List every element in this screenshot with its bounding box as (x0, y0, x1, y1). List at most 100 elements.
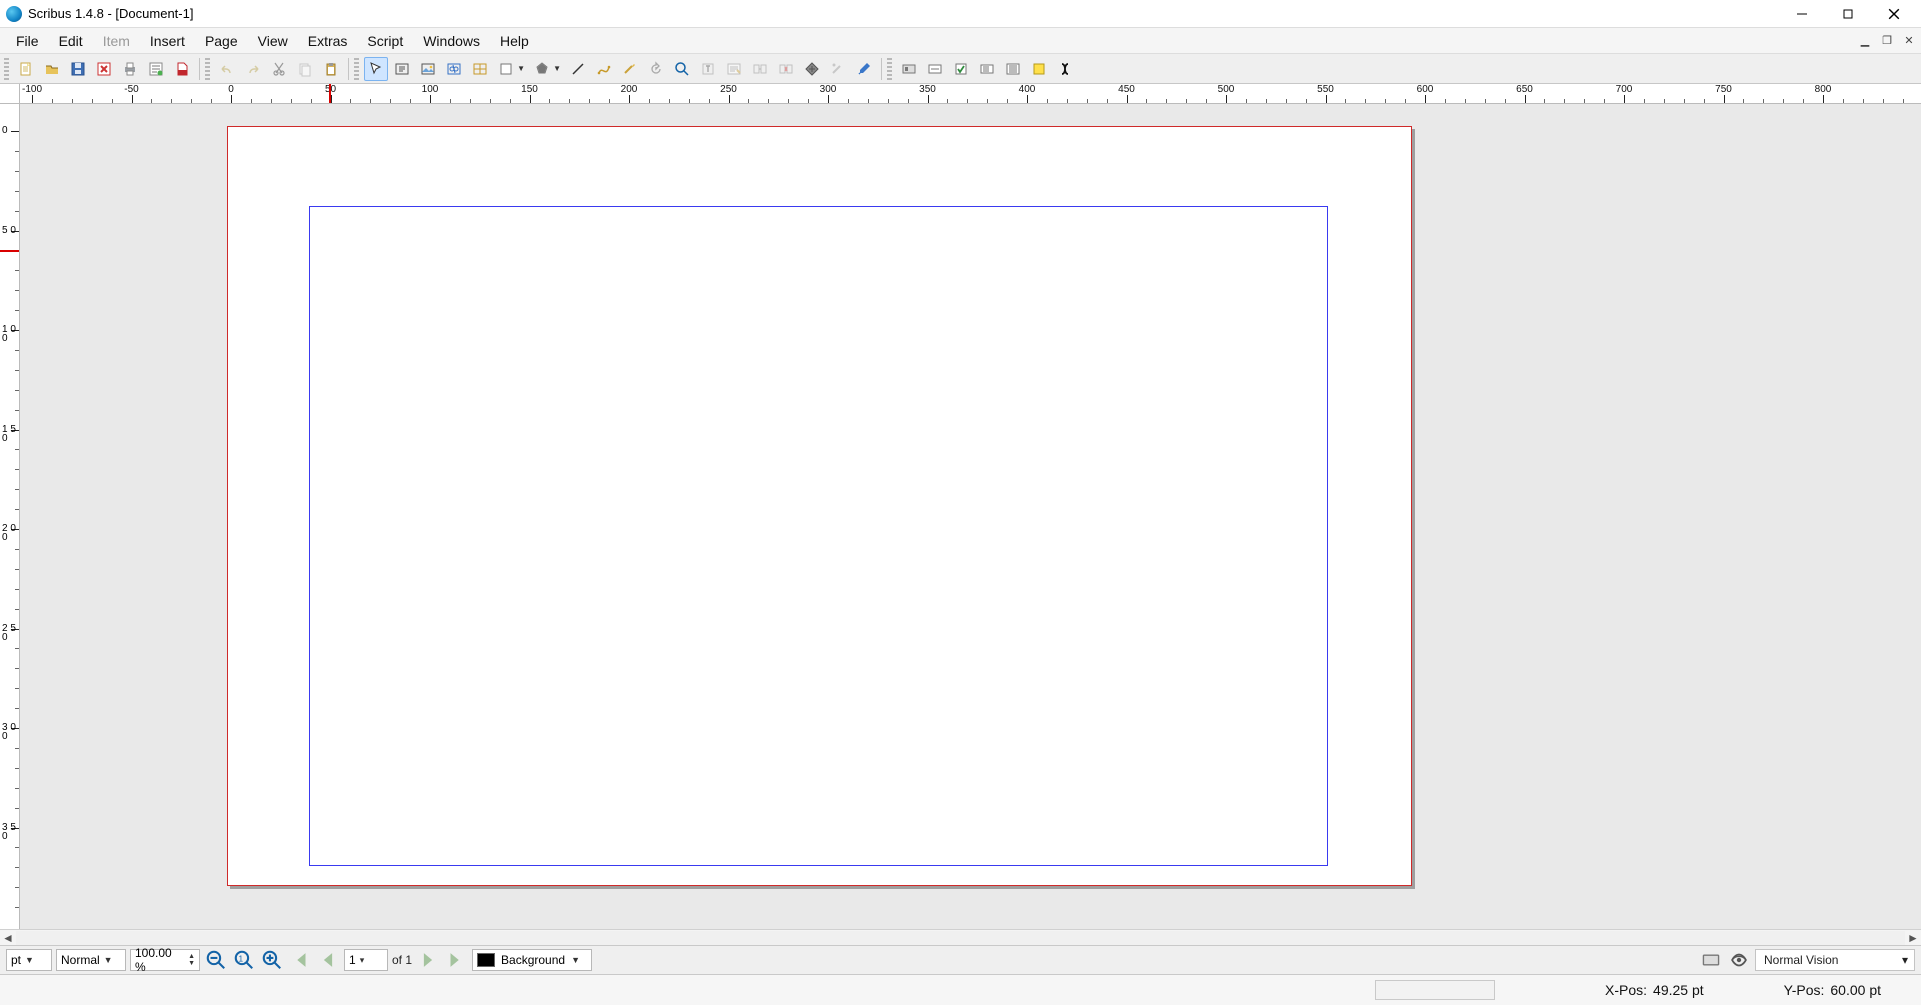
menu-file[interactable]: File (6, 28, 49, 53)
ypos-label: Y-Pos: (1784, 982, 1825, 998)
window-close-button[interactable] (1871, 0, 1917, 28)
ruler-label: 350 (919, 84, 936, 95)
preflight-button[interactable] (144, 57, 168, 81)
scroll-track[interactable] (16, 931, 1905, 945)
canvas-viewport[interactable] (20, 104, 1921, 929)
image-frame-button[interactable] (416, 57, 440, 81)
toolbar-separator (348, 58, 349, 80)
pdf-textfield-button[interactable] (923, 57, 947, 81)
margin-guide (309, 206, 1328, 866)
table-icon (472, 61, 488, 77)
horizontal-ruler[interactable]: -100-50050100150200250300350400450500550… (20, 84, 1921, 104)
menu-windows[interactable]: Windows (413, 28, 490, 53)
bezier-button[interactable] (592, 57, 616, 81)
first-page-button[interactable] (288, 948, 312, 972)
menu-insert[interactable]: Insert (140, 28, 195, 53)
toolbar-handle[interactable] (205, 58, 210, 80)
vision-mode-select[interactable]: Normal Vision ▾ (1755, 949, 1915, 971)
svg-text:1: 1 (239, 954, 244, 963)
menu-edit[interactable]: Edit (49, 28, 93, 53)
mdi-restore-button[interactable]: ❐ (1877, 32, 1897, 50)
print-button[interactable] (118, 57, 142, 81)
pdf-combobox-button[interactable] (975, 57, 999, 81)
render-frame-button[interactable] (442, 57, 466, 81)
ruler-cursor-v (0, 250, 19, 252)
zoom-value: 100.00 % (135, 946, 184, 974)
ruler-label: 450 (1118, 84, 1135, 95)
color-management-button[interactable] (1699, 948, 1723, 972)
pdf-button-button[interactable] (897, 57, 921, 81)
ruler-corner[interactable] (0, 84, 20, 104)
toolbar-handle[interactable] (354, 58, 359, 80)
next-page-button[interactable] (416, 948, 440, 972)
dropdown-arrow-icon: ▼ (517, 64, 525, 73)
zoom-reset-button[interactable]: 1 (232, 948, 256, 972)
window-maximize-button[interactable] (1825, 0, 1871, 28)
horizontal-scrollbar[interactable]: ◄ ► (0, 929, 1921, 945)
mdi-close-button[interactable]: ✕ (1899, 32, 1919, 50)
menu-page[interactable]: Page (195, 28, 248, 53)
last-page-button[interactable] (444, 948, 468, 972)
eyedropper-button[interactable] (852, 57, 876, 81)
page-current-value: 1 (349, 953, 356, 967)
redo-button (241, 57, 265, 81)
freehand-button[interactable] (618, 57, 642, 81)
preview-quality-select[interactable]: Normal ▼ (56, 949, 126, 971)
open-button[interactable] (40, 57, 64, 81)
zoom-in-button[interactable] (260, 948, 284, 972)
pdf-listbox-button[interactable] (1001, 57, 1025, 81)
menu-script[interactable]: Script (357, 28, 413, 53)
save-button[interactable] (66, 57, 90, 81)
toolbar-handle[interactable] (4, 58, 9, 80)
page-current-select[interactable]: 1 ▾ (344, 949, 388, 971)
page-total-label: of 1 (392, 953, 412, 967)
titlebar: Scribus 1.4.8 - [Document-1] (0, 0, 1921, 28)
shape-button[interactable]: ▼ (494, 57, 518, 81)
ruler-label: 650 (1516, 84, 1533, 95)
prev-page-button[interactable] (316, 948, 340, 972)
toolbar-handle[interactable] (887, 58, 892, 80)
mdi-controls: ▁ ❐ ✕ (1855, 28, 1921, 53)
vision-mode-value: Normal Vision (1764, 953, 1838, 967)
ypos-readout: Y-Pos: 60.00 pt (1784, 982, 1881, 998)
paste-button[interactable] (319, 57, 343, 81)
pdf-checkbox-button[interactable] (949, 57, 973, 81)
scroll-left-button[interactable]: ◄ (0, 930, 16, 946)
pdf-combobox-icon (979, 61, 995, 77)
link-frames-icon (752, 61, 768, 77)
zoom-spin[interactable]: 100.00 % ▲▼ (130, 949, 200, 971)
rotate-button (644, 57, 668, 81)
close-button[interactable] (92, 57, 116, 81)
pdf-checkbox-icon (953, 61, 969, 77)
text-frame-icon (394, 61, 410, 77)
preview-mode-button[interactable] (1727, 948, 1751, 972)
new-button[interactable] (14, 57, 38, 81)
main-toolbar: ▼▼ (0, 54, 1921, 84)
polygon-button[interactable]: ▼ (530, 57, 554, 81)
pdf-listbox-icon (1005, 61, 1021, 77)
scroll-right-button[interactable]: ► (1905, 930, 1921, 946)
select-button[interactable] (364, 57, 388, 81)
menu-help[interactable]: Help (490, 28, 539, 53)
mdi-minimize-button[interactable]: ▁ (1855, 32, 1875, 50)
menu-view[interactable]: View (248, 28, 298, 53)
zoom-out-button[interactable] (204, 948, 228, 972)
toolbar-separator (881, 58, 882, 80)
pdf-button[interactable] (170, 57, 194, 81)
measure-button[interactable] (800, 57, 824, 81)
ruler-label: 2 5 0 (2, 624, 18, 642)
dropdown-arrow-icon: ▼ (553, 64, 561, 73)
menu-extras[interactable]: Extras (298, 28, 358, 53)
cut-icon (271, 61, 287, 77)
zoom-button[interactable] (670, 57, 694, 81)
unit-select[interactable]: pt ▼ (6, 949, 52, 971)
table-button[interactable] (468, 57, 492, 81)
pdf-annotate-button[interactable] (1027, 57, 1051, 81)
pdf-link-button[interactable] (1053, 57, 1077, 81)
text-frame-button[interactable] (390, 57, 414, 81)
ruler-label: 600 (1417, 84, 1434, 95)
layer-select[interactable]: Background ▼ (472, 949, 592, 971)
window-minimize-button[interactable] (1779, 0, 1825, 28)
vertical-ruler[interactable]: 05 01 0 01 5 02 0 02 5 03 0 03 5 0 (0, 104, 20, 929)
line-button[interactable] (566, 57, 590, 81)
